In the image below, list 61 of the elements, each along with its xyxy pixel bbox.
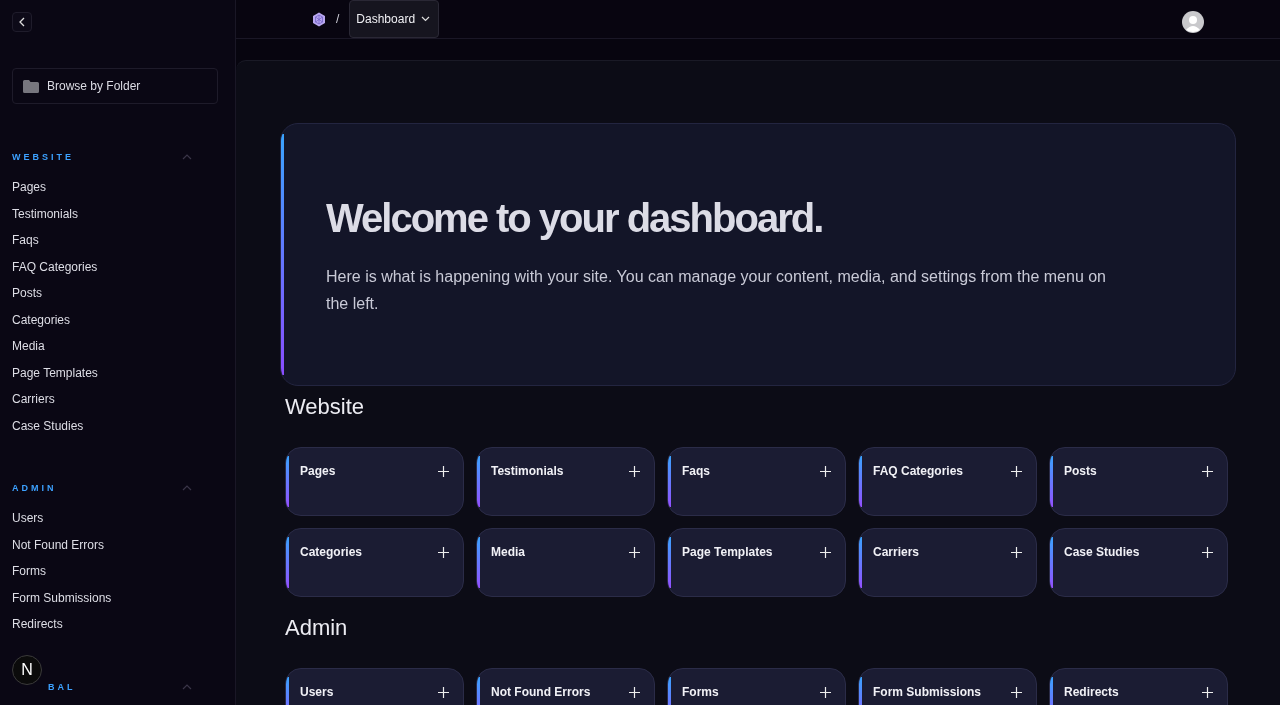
nav-link[interactable]: Redirects [12, 617, 223, 644]
section-title: Website [285, 394, 366, 421]
collection-card[interactable]: Posts [1049, 447, 1228, 516]
plus-icon[interactable] [438, 547, 449, 558]
collection-card[interactable]: Case Studies [1049, 528, 1228, 597]
collection-card[interactable]: Faqs [667, 447, 846, 516]
nav-link[interactable]: Pages [12, 180, 223, 207]
breadcrumb-separator: / [336, 12, 340, 26]
plus-icon[interactable] [1202, 687, 1213, 698]
nav-link[interactable]: Users [12, 511, 223, 538]
nav-link[interactable]: Posts [12, 286, 223, 313]
nav-link[interactable]: Testimonials [12, 206, 223, 233]
nav-link[interactable]: Media [12, 339, 223, 366]
nav-link[interactable]: Carriers [12, 392, 223, 419]
collection-card[interactable]: FAQ Categories [858, 447, 1037, 516]
section-heading: ADMIN [12, 483, 57, 493]
section-heading: WEBSITE [12, 152, 74, 162]
avatar-icon[interactable] [1182, 11, 1204, 33]
collection-card[interactable]: Media [476, 528, 655, 597]
collection-card[interactable]: Forms [667, 668, 846, 705]
section-title: Admin [285, 615, 349, 642]
chevron-left-icon[interactable] [18, 17, 26, 27]
folder-icon [23, 79, 39, 93]
collection-card[interactable]: Form Submissions [858, 668, 1037, 705]
breadcrumb-dropdown[interactable]: Dashboard [349, 0, 440, 38]
collection-card[interactable]: Categories [285, 528, 464, 597]
plus-icon[interactable] [629, 687, 640, 698]
plus-icon[interactable] [820, 547, 831, 558]
collection-card[interactable]: Pages [285, 447, 464, 516]
plus-icon[interactable] [1202, 466, 1213, 477]
plus-icon[interactable] [820, 466, 831, 477]
welcome-title: Welcome to your dashboard. [326, 196, 824, 241]
collection-card[interactable]: Not Found Errors [476, 668, 655, 705]
nav-link[interactable]: Not Found Errors [12, 537, 223, 564]
plus-icon[interactable] [1011, 547, 1022, 558]
plus-icon[interactable] [629, 547, 640, 558]
plus-icon[interactable] [438, 466, 449, 477]
plus-icon[interactable] [1011, 466, 1022, 477]
welcome-text: Here is what is happening with your site. You can manage your content, media, and settings from the menu on the left. [326, 267, 1107, 314]
nav-link[interactable]: Categories [12, 312, 223, 339]
plus-icon[interactable] [1202, 547, 1213, 558]
back-button[interactable] [12, 12, 32, 32]
nav-link[interactable]: Faqs [12, 233, 223, 260]
plus-icon[interactable] [629, 466, 640, 477]
nav-link[interactable]: FAQ Categories [12, 259, 223, 286]
collection-card[interactable]: Testimonials [476, 447, 655, 516]
hexagon-logo-icon[interactable] [312, 11, 326, 27]
collection-card[interactable]: Page Templates [667, 528, 846, 597]
chevron-down-icon[interactable] [421, 16, 431, 22]
plus-icon[interactable] [1011, 687, 1022, 698]
collection-card[interactable]: Users [285, 668, 464, 705]
collection-card[interactable]: Carriers [858, 528, 1037, 597]
nav-link[interactable]: Page Templates [12, 365, 223, 392]
section-heading: BAL [48, 681, 76, 692]
nav-link[interactable]: Form Submissions [12, 590, 223, 617]
plus-icon[interactable] [438, 687, 449, 698]
nav-link[interactable]: Case Studies [12, 418, 223, 445]
plus-icon[interactable] [820, 687, 831, 698]
nav-link[interactable]: Forms [12, 564, 223, 591]
collection-card[interactable]: Redirects [1049, 668, 1228, 705]
browse-folder-button[interactable]: Browse by Folder [12, 68, 218, 104]
